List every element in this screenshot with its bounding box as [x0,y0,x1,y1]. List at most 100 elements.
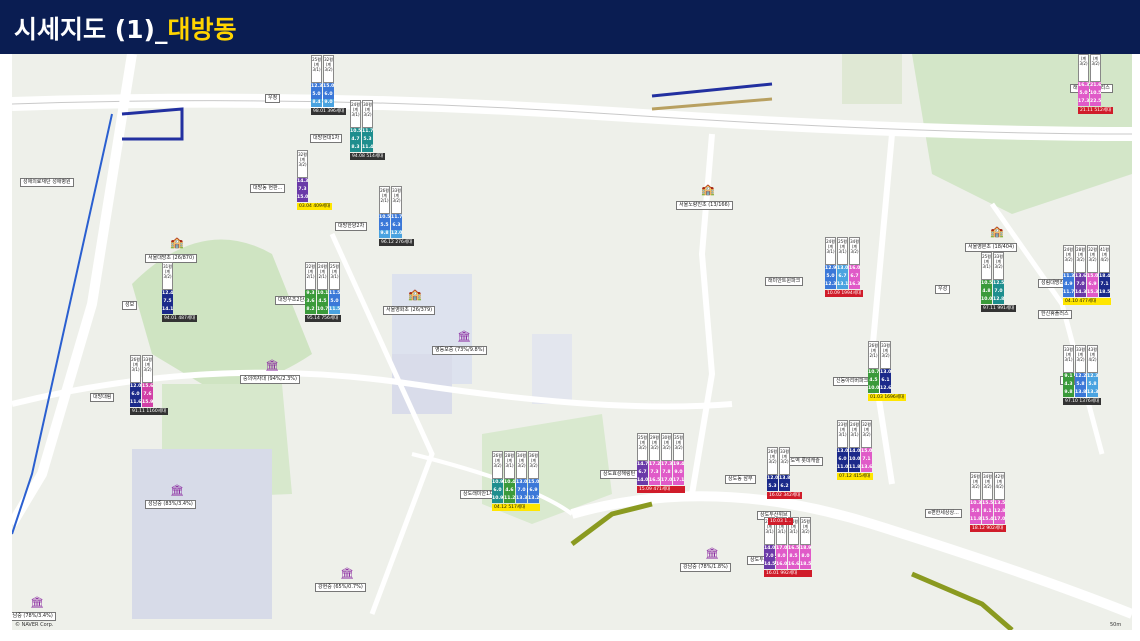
price-value: 7.3 [649,469,660,477]
middle-school-icon[interactable]: 🏛 [340,567,354,580]
price-value: 4.5 [317,298,328,306]
price-value: 18.5 [1099,289,1111,297]
completion-tag: 94.01 487세대 [162,315,198,322]
price-table[interactable]: 31평 (계 3/2) 12.4 7.5 14.1 94.01 487세대 [162,262,198,322]
complex-name-label[interactable]: 신동아리버파크 [833,377,872,386]
price-value: 6.3 [391,222,402,230]
price-table[interactable]: 25평 (계 3/1) 12.3 5.0 8.4 32평 (계 3/2) 15.0 6.0 9.0 98… [311,55,347,115]
price-table[interactable]: 23평 (계 3/1) 13.0 6.0 11.0 24평 (계 3/1) 14.0 10.0 11.… [837,420,873,480]
price-table[interactable]: 26평 (계 3/1) 12.0 6.0 11.6 33평 (계 3/2) 15.6 7.6 15.9… [130,355,169,415]
price-value: 4.3 [1063,381,1074,389]
complex-name-label[interactable]: 대방현대1차 [310,134,343,143]
middle-school-icon[interactable]: 🏛 [705,547,719,560]
middle-school-icon[interactable]: 🏛 [30,596,44,609]
price-value: 7.6 [142,391,153,399]
unit-column: 30평 (계 3/2) 11.7 5.3 11.4 [362,100,373,152]
middle-school-label[interactable]: 영등포중 (73%/9.8%) [432,346,488,355]
price-table[interactable]: 25평 (계 3/2) 14.7 6.7 14.0 29평 (계 3/2) 17.2 7.3 16.5… [637,433,685,493]
school-icon[interactable]: 🏫 [990,225,1004,238]
price-table[interactable]: 25평 (계 3/1) 10.5 4.8 10.0 33평 (계 3/2) 12.5 7.0 12.8… [981,252,1017,312]
complex-name-label[interactable]: 한신휴플러스 [1038,310,1072,319]
price-value: 11.8 [849,464,861,472]
unit-column: 26평 (계 3/2) 10.3 5.8 11.8 [970,472,981,524]
price-table[interactable]: 26평 (계 2/1) 10.5 5.5 9.8 33평 (계 3/2) 11.7 6.3 12.0 9… [379,186,415,246]
unit-header: 29평 (계 3/2) [649,433,660,461]
price-table[interactable]: 24평 (계 3/1) 10.5 4.7 8.3 30평 (계 3/2) 11.7 5.3 11.4 9… [350,100,386,160]
unit-header: 30평 (계 3/2) [661,433,672,461]
complex-name-label[interactable]: 대방동 현판... [250,184,286,193]
complex-name-label[interactable]: 우성 [935,285,951,294]
middle-school-label[interactable]: 성남중 (83%/3.4%) [145,500,196,509]
school-icon[interactable]: 🏫 [701,183,715,196]
price-table[interactable]: 24평 (계 3/2) 11.3 4.9 11.7 28평 (계 3/2) 13.6 7.0 14.3… [1063,245,1111,305]
price-value: 7.3 [297,186,308,194]
middle-school-label[interactable]: 강남중 (78%/1.8%) [680,563,731,572]
unit-header: 22평 (계 2/1) [305,262,316,290]
unit-header: 28평 (계 3/1) [504,451,515,479]
price-columns: 33평 (계 3/1) 9.1 4.3 9.8 33평 (계 3/2) 12.2 5.8 13.8 43… [1063,345,1101,397]
price-columns: 25평 (계 3/1) 12.3 5.0 8.4 32평 (계 3/2) 15.0 6.0 9.0 [311,55,346,107]
complex-name-label[interactable]: 상도동 삼부 [725,475,756,484]
middle-school-icon[interactable]: 🏛 [170,484,184,497]
price-columns: 26평 (계 2/1) 10.5 5.5 9.8 33평 (계 3/2) 11.7 6.3 12.0 [379,186,414,238]
complex-name-label[interactable]: 래미안트윈파크 [765,277,804,286]
unit-header: 33평 (계 3/1) [1063,345,1074,373]
price-table[interactable]: 26평 (계 2/1) 10.7 4.5 10.0 33평 (계 3/2) 13.0 6.1 12.6… [868,341,907,401]
complex-name-label[interactable]: 성보 [122,301,138,310]
price-value: 13.6 [861,464,873,472]
price-value: 4.5 [868,377,879,385]
middle-school-icon[interactable]: 🏛 [457,330,471,343]
unit-header: 25평 (계 3/1) [837,237,848,265]
school-icon[interactable]: 🏫 [408,288,422,301]
price-value: 12.8 [994,508,1006,516]
middle-school-icon[interactable]: 🏛 [265,359,279,372]
unit-column: 26평 (계 2/1) 10.7 4.5 10.0 [868,341,879,393]
price-value: 11.7 [362,128,374,136]
price-value: 14.0 [764,545,776,553]
complex-name-label[interactable]: 대방한양2차 [335,222,368,231]
price-table[interactable]: 32평 (계 3/2) 14.3 7.3 15.0 03.04 409세대 [297,150,333,210]
unit-header: 28평 (계 3/2) [1075,245,1086,273]
price-value: 10.7 [317,306,329,314]
school-icon[interactable]: 🏫 [170,236,184,249]
price-table[interactable]: 24평 (계 3/1) 12.9 5.0 12.3 25평 (계 3/1) 13.0 6.7 13.1… [825,237,864,297]
price-columns: 26평 (계 3/1) 12.0 6.0 11.6 33평 (계 3/2) 15.6 7.6 15.9 [130,355,168,407]
price-value: 13.8 [779,475,791,483]
complex-name-label[interactable]: 대방대림 [90,393,115,402]
price-value: 7.0 [764,553,775,561]
unit-column: 32평 (계 3/2) 15.0 7.1 13.6 [861,420,872,472]
hospital-label[interactable]: 성애의료재단 성애병원 [20,178,74,187]
complex-name-label[interactable]: e편한세상상... [925,509,962,518]
price-table[interactable]: 26평 (계 3/2) 12.0 5.3 33평 (계 3/2) 13.8 6.2 16.02 34… [767,447,803,499]
map-canvas[interactable]: 우정 대방현대1차 대방동 현판... 대방한양2차 대방우조2단지 성보 대방대림 우성 성림… [12,54,1132,630]
school-label[interactable]: 서울영본초 (18/404) [965,243,1018,252]
unit-column: 23평 (계 3/1) 13.0 6.0 11.0 [837,420,848,472]
price-table[interactable]: 23평(계3/1)14.07.014.524평(계3/1)17.08.016.0… [764,517,812,577]
unit-header: 33평 (계 3/2) [1075,345,1086,373]
price-table[interactable]: 22평 (계 2/1) 9.3 3.6 8.2 24평 (계 2/1) 10.1 4.5 10.7 25… [305,262,341,322]
price-value: 8.2 [305,306,316,314]
price-value: 15.0 [528,479,540,487]
unit-header: 26평 (계 2/1) [379,186,390,214]
middle-school-label[interactable]: 숭의여자대 (94%/2.3%) [240,375,300,384]
price-value: 5.3 [767,483,778,491]
complex-name-label[interactable]: 상도효성해링턴 [600,470,639,479]
unit-column: 28평 (계 3/1) 10.4 4.6 11.2 [504,451,515,503]
price-table[interactable]: 33평 (계 3/1) 9.1 4.3 9.8 33평 (계 3/2) 12.2 5.8 13.8 43… [1063,345,1102,405]
middle-school-label[interactable]: 강현중 (65%/0.7%) [315,583,366,592]
price-value: 17.1 [673,477,685,485]
unit-column: 34평 (계 3/2) 16.0 6.7 16.3 [849,237,860,289]
complex-name-label[interactable]: 우정 [265,94,281,103]
price-value: 12.2 [1075,373,1087,381]
header-bar: 시세지도 (1)_대방동 [0,0,1140,54]
price-table[interactable]: 26평 (계 3/2) 10.3 5.8 11.8 34평 (계 3/2) 15.5 8.1 15.4… [970,472,1006,532]
middle-school-label[interactable]: 강남중 (78%/3.4%) [12,612,56,621]
unit-column: 25평 (계 3/2) 14.7 6.7 14.0 [637,433,648,485]
price-table[interactable]: 26평 (계 3/2) 10.9 6.0 10.9 28평 (계 3/1) 10.4 4.6 11.2… [492,451,540,511]
price-table[interactable]: (계 3/2) 16.3 5.0 17.3 (계 3/2) 21.6 10.5 22.5 21.11… [1078,54,1114,114]
school-label[interactable]: 서울노량진초 (13/166) [676,201,733,210]
price-value: 4.6 [504,487,515,495]
price-value: 9.8 [1063,389,1074,397]
school-label[interactable]: 서울영화초 (26/379) [383,306,436,315]
price-value: 9.1 [1063,373,1074,381]
